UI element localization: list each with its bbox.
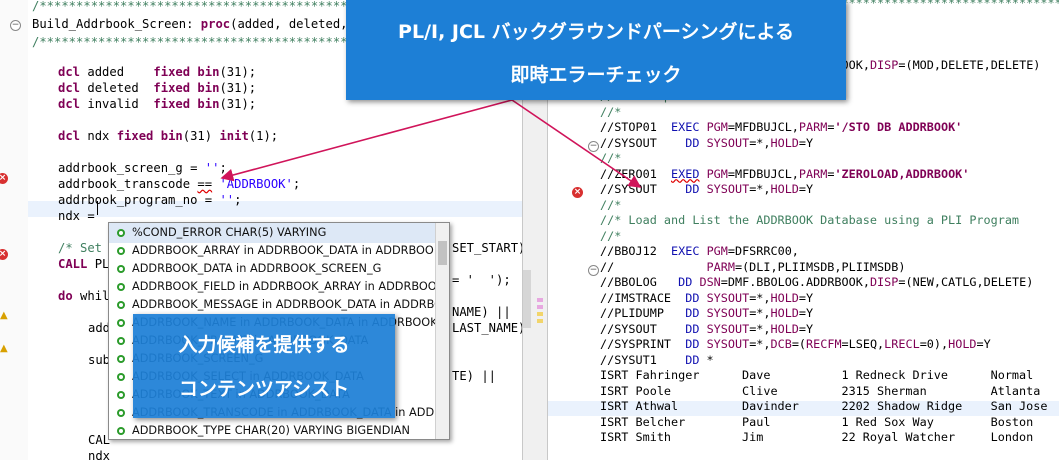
completion-item[interactable]: %COND_ERROR CHAR(5) VARYING: [109, 223, 435, 243]
error-marker-icon[interactable]: ×: [572, 187, 583, 198]
completion-item-label: ADDRBOOK_TYPE CHAR(20) VARYING BIGENDIAN: [132, 424, 410, 437]
variable-icon: [117, 337, 125, 345]
warning-marker-icon[interactable]: ▲: [0, 310, 8, 321]
source-line-fragment: = ' ');: [452, 273, 511, 287]
source-line[interactable]: /* Set: [58, 240, 102, 256]
jcl-line[interactable]: //BBOLOG DD DSN=DMF.BBOLOG.ADDRBOOK,DISP…: [600, 275, 1033, 290]
source-line-fragment: NAME) ||: [452, 305, 511, 319]
variable-icon: [117, 229, 125, 237]
warning-marker-icon[interactable]: ▲: [0, 343, 8, 354]
source-line[interactable]: dcl added fixed bin(31);: [58, 64, 256, 80]
completion-item[interactable]: ADDRBOOK_ARRAY in ADDRBOOK_DATA in ADDRB…: [109, 241, 435, 261]
source-line[interactable]: dcl ndx fixed bin(31) init(1);: [58, 128, 278, 144]
callout-title-line2: コンテンツアシスト: [178, 378, 350, 400]
jcl-line[interactable]: // PARM=(DLI,PLIIMSDB,PLIIMSDB): [600, 260, 905, 275]
variable-icon: [117, 409, 125, 417]
jcl-line[interactable]: //SYSOUT DD SYSOUT=*,HOLD=Y: [600, 136, 813, 151]
completion-item-label: ADDRBOOK_DATA in ADDRBOOK_SCREEN_G: [132, 262, 382, 275]
left-editor-gutter: [0, 0, 28, 460]
jcl-line[interactable]: //SYSOUT DD SYSOUT=*,HOLD=Y: [600, 322, 813, 337]
variable-icon: [117, 373, 125, 381]
callout-title-line2: 即時エラーチェック: [510, 64, 682, 86]
source-line[interactable]: ndx: [88, 448, 110, 460]
variable-icon: [117, 247, 125, 255]
jcl-line[interactable]: //SYSUT1 DD *: [600, 353, 714, 368]
overview-ruler-mark[interactable]: [537, 312, 543, 316]
jcl-line[interactable]: ISRT Poole Clive 2315 Sherman Atlanta: [600, 384, 1040, 399]
jcl-line[interactable]: //IMSTRACE DD SYSOUT=*,HOLD=Y: [600, 291, 813, 306]
callout-title-line1: PL/I, JCL バックグラウンドパーシングによる: [398, 21, 794, 43]
variable-icon: [117, 427, 125, 435]
completion-item-label: ADDRBOOK_MESSAGE in ADDRBOOK_DATA in ADD…: [132, 298, 435, 311]
source-line[interactable]: addrbook_program_no = '';: [58, 192, 241, 208]
overview-ruler-mark[interactable]: [537, 298, 543, 302]
fold-collapse-icon[interactable]: −: [10, 20, 21, 31]
jcl-line[interactable]: //BBOJ12 EXEC PGM=DFSRRC00,: [600, 244, 799, 259]
fold-collapse-icon[interactable]: −: [588, 141, 599, 152]
source-line[interactable]: dcl deleted fixed bin(31);: [58, 80, 256, 96]
callout-background-parsing: PL/I, JCL バックグラウンドパーシングによる 即時エラーチェック: [346, 0, 846, 100]
jcl-line[interactable]: //SYSOUT DD SYSOUT=*,HOLD=Y: [600, 182, 813, 197]
source-line[interactable]: ndx =: [58, 208, 102, 224]
jcl-line[interactable]: //*: [600, 198, 621, 213]
completion-item[interactable]: ADDRBOOK_TYPE CHAR(20) VARYING BIGENDIAN: [109, 421, 435, 439]
source-line-fragment: LAST_NAME): [452, 321, 522, 335]
variable-icon: [117, 355, 125, 363]
completion-item-label: ADDRBOOK_ARRAY in ADDRBOOK_DATA in ADDRB…: [132, 244, 435, 257]
overview-ruler-mark[interactable]: [537, 319, 543, 323]
popup-scrollbar[interactable]: [435, 223, 449, 439]
completion-item-label: ADDRBOOK_FIELD in ADDRBOOK_ARRAY in ADDR…: [132, 280, 435, 293]
variable-icon: [117, 319, 125, 327]
source-line[interactable]: CALL PL: [58, 256, 109, 272]
popup-scrollbar-thumb[interactable]: [438, 241, 447, 265]
source-line[interactable]: CAL: [88, 432, 110, 448]
source-line-fragment: SET_START): [452, 241, 522, 255]
source-line[interactable]: add: [88, 320, 110, 336]
jcl-line[interactable]: ISRT Smith Jim 22 Royal Watcher London: [600, 430, 1033, 445]
fold-collapse-icon[interactable]: −: [588, 265, 599, 276]
source-line-fragment: TE) ||: [452, 369, 497, 383]
jcl-line[interactable]: //*: [600, 151, 621, 166]
jcl-line[interactable]: //*: [600, 105, 621, 120]
jcl-line[interactable]: ISRT Belcher Paul 1 Red Sox Way Boston: [600, 415, 1033, 430]
source-line[interactable]: dcl invalid fixed bin(31);: [58, 96, 256, 112]
completion-item-label: %COND_ERROR CHAR(5) VARYING: [132, 226, 327, 239]
jcl-line[interactable]: ISRT Athwal Davinder 2202 Shadow Ridge S…: [600, 399, 1047, 414]
jcl-line[interactable]: //* Load and List the ADDRBOOK Database …: [600, 213, 1019, 228]
variable-icon: [117, 265, 125, 273]
overview-ruler-mark[interactable]: [537, 305, 543, 309]
jcl-line[interactable]: //STOP01 EXEC PGM=MFDBUJCL,PARM='/STO DB…: [600, 120, 962, 135]
variable-icon: [117, 283, 125, 291]
source-line[interactable]: addrbook_transcode == 'ADDRBOOK';: [58, 176, 300, 192]
variable-icon: [117, 391, 125, 399]
jcl-error-line[interactable]: //ZERO01 EXED PGM=MFDBUJCL,PARM='ZEROLOA…: [600, 167, 969, 182]
text-caret: [97, 201, 98, 215]
source-line[interactable]: do whil: [58, 288, 109, 304]
jcl-line[interactable]: //PLIDUMP DD SYSOUT=*,HOLD=Y: [600, 306, 813, 321]
callout-title-line1: 入力候補を提供する: [178, 334, 350, 356]
source-line[interactable]: addrbook_screen_g = '';: [58, 160, 227, 176]
scrollbar-thumb[interactable]: [523, 270, 531, 328]
callout-content-assist: 入力候補を提供する コンテンツアシスト: [133, 314, 395, 418]
variable-icon: [117, 301, 125, 309]
completion-item[interactable]: ADDRBOOK_MESSAGE in ADDRBOOK_DATA in ADD…: [109, 295, 435, 315]
completion-item[interactable]: ADDRBOOK_DATA in ADDRBOOK_SCREEN_G: [109, 259, 435, 279]
completion-item[interactable]: ADDRBOOK_FIELD in ADDRBOOK_ARRAY in ADDR…: [109, 277, 435, 297]
jcl-line[interactable]: ISRT Fahringer Dave 1 Redneck Drive Norm…: [600, 368, 1033, 383]
jcl-line[interactable]: //*: [600, 229, 621, 244]
jcl-line[interactable]: //SYSPRINT DD SYSOUT=*,DCB=(RECFM=LSEQ,L…: [600, 337, 991, 352]
source-line[interactable]: Build_Addrbook_Screen: proc(added, delet…: [32, 16, 384, 32]
source-line[interactable]: sub: [88, 352, 110, 368]
